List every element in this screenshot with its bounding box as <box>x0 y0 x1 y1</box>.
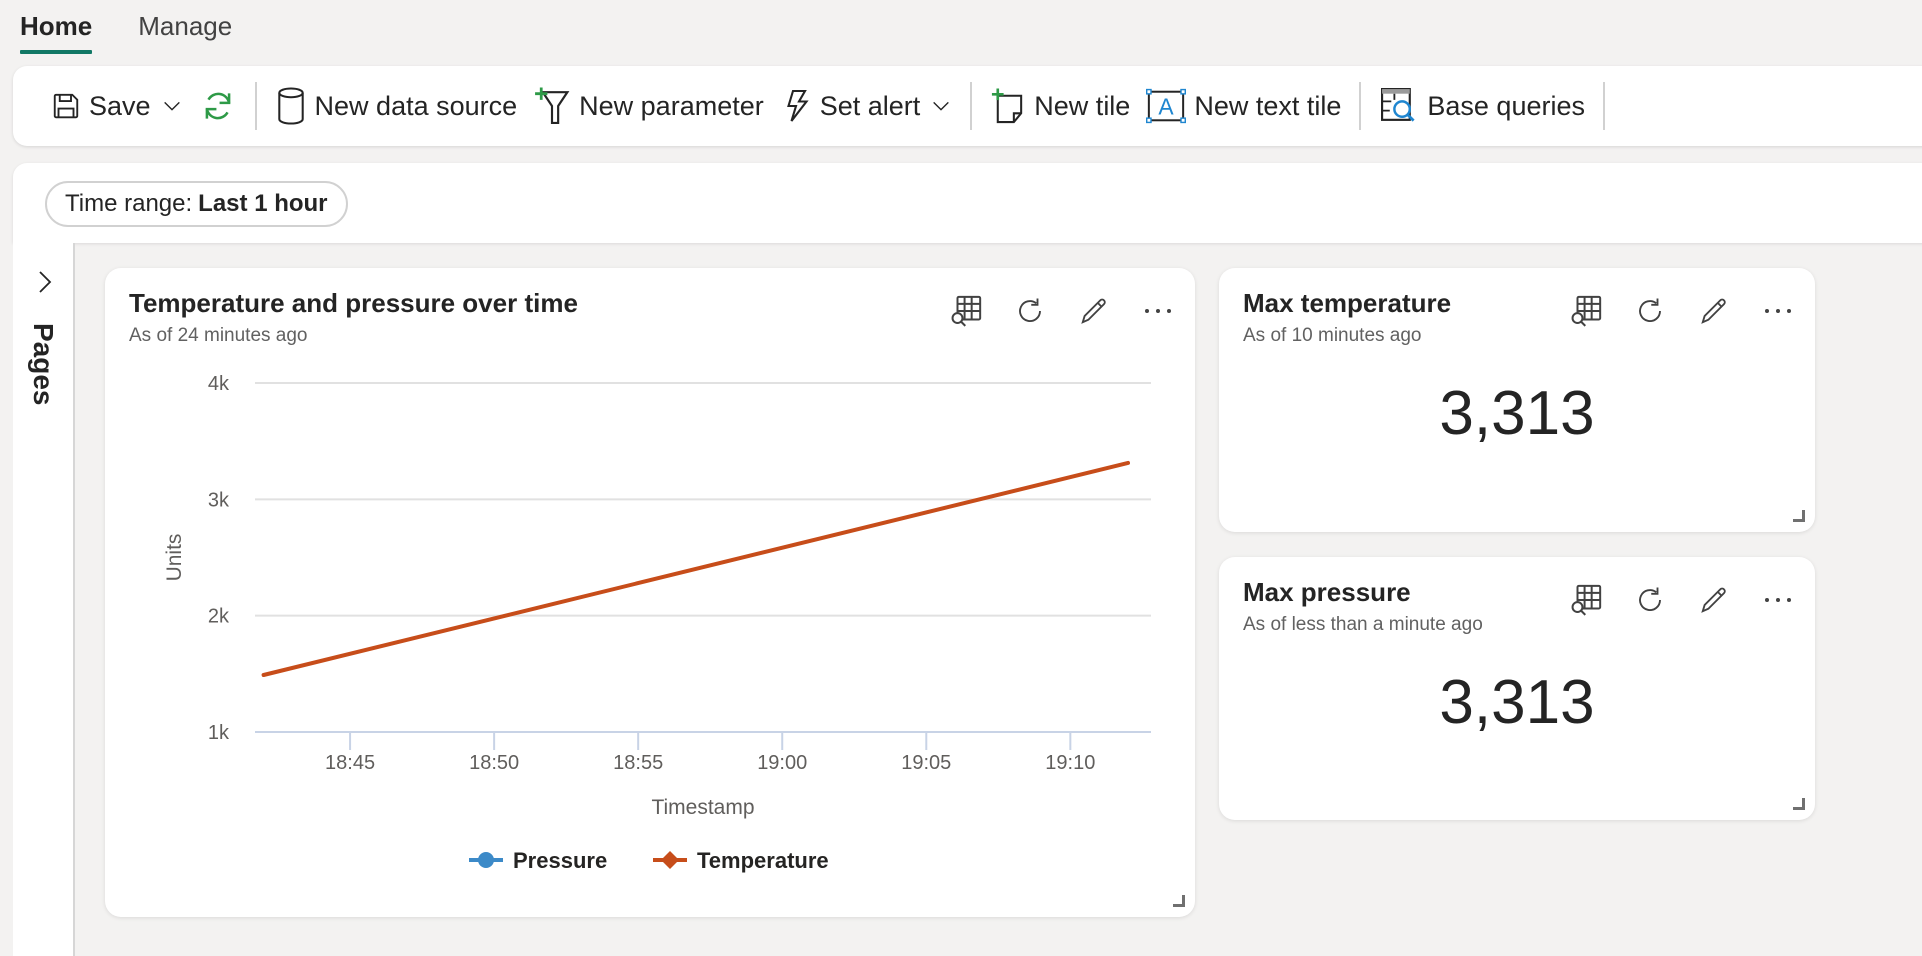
edit-tile-button[interactable] <box>1697 294 1731 328</box>
x-tick-label: 19:05 <box>901 752 951 774</box>
x-tick-label: 18:50 <box>469 752 519 774</box>
chart-tile: Temperature and pressure over time As of… <box>105 268 1195 917</box>
edit-tile-button[interactable] <box>1697 583 1731 617</box>
legend-marker-circle <box>478 852 494 868</box>
x-tick-label: 19:10 <box>1045 752 1095 774</box>
resize-handle[interactable] <box>1793 510 1805 522</box>
time-range-value: Last 1 hour <box>198 190 328 217</box>
x-axis-title: Timestamp <box>651 796 754 819</box>
refresh-tile-button[interactable] <box>1633 294 1667 328</box>
table-search-icon <box>1571 295 1602 327</box>
legend-marker-diamond <box>661 851 679 869</box>
legend-label: Temperature <box>697 848 829 873</box>
chevron-down-icon[interactable] <box>930 95 952 117</box>
more-options-button[interactable] <box>1761 294 1795 328</box>
new-text-tile-button[interactable]: A New text tile <box>1138 82 1349 130</box>
new-parameter-label: New parameter <box>579 90 764 121</box>
set-alert-button[interactable]: Set alert <box>772 82 961 130</box>
y-tick-label: 3k <box>208 489 230 511</box>
set-alert-label: Set alert <box>819 90 921 121</box>
resize-handle[interactable] <box>1793 798 1805 810</box>
save-label: Save <box>89 90 151 121</box>
more-options-button[interactable] <box>1761 583 1795 617</box>
tab-manage[interactable]: Manage <box>138 0 232 56</box>
table-search-icon <box>1571 584 1602 616</box>
resize-handle[interactable] <box>1173 895 1185 907</box>
filter-add-icon <box>535 87 570 124</box>
y-axis-title: Units <box>163 534 186 582</box>
toolbar-divider <box>1359 82 1362 130</box>
time-range-prefix: Time range: <box>65 190 193 217</box>
tile-actions <box>1569 294 1795 328</box>
pages-sidebar: Pages <box>13 243 75 956</box>
database-icon <box>277 87 304 125</box>
refresh-icon <box>205 92 230 120</box>
new-data-source-button[interactable]: New data source <box>267 82 526 130</box>
y-tick-label: 2k <box>208 606 230 628</box>
base-queries-label: Base queries <box>1427 90 1585 121</box>
time-range-filter[interactable]: Time range: Last 1 hour <box>45 181 348 227</box>
new-tile-icon <box>992 88 1023 124</box>
toolbar-divider <box>1603 82 1605 130</box>
toolbar: Save New data source New parameter Set a… <box>13 66 1922 146</box>
tab-home[interactable]: Home <box>20 0 93 56</box>
new-tile-button[interactable]: New tile <box>982 82 1138 130</box>
x-tick-label: 18:45 <box>325 752 375 774</box>
toolbar-divider <box>254 82 257 130</box>
max-temperature-tile: Max temperature As of 10 minutes ago 3,3… <box>1219 268 1815 532</box>
more-icon <box>1765 598 1791 602</box>
tile-subtitle: As of less than a minute ago <box>1243 614 1483 635</box>
legend-label: Pressure <box>513 848 607 873</box>
table-search-icon <box>1381 88 1415 122</box>
max-pressure-tile: Max pressure As of less than a minute ag… <box>1219 557 1815 820</box>
x-tick-label: 19:00 <box>757 752 807 774</box>
svg-text:A: A <box>1159 94 1175 120</box>
stat-value: 3,313 <box>1439 379 1595 448</box>
series-line-temperature <box>261 460 1130 677</box>
tile-actions <box>1569 583 1795 617</box>
chevron-right-icon[interactable] <box>33 267 57 297</box>
refresh-button[interactable] <box>191 82 245 130</box>
y-tick-label: 4k <box>208 373 230 395</box>
line-chart: 1k 2k 3k 4k 18:45 18:50 18:55 19:00 19:05 19:10 Ti… <box>163 373 1151 873</box>
more-icon <box>1765 309 1791 313</box>
tile-title: Max temperature <box>1243 288 1452 318</box>
stat-value: 3,313 <box>1439 668 1595 737</box>
new-data-source-label: New data source <box>314 90 518 121</box>
lightning-icon <box>786 89 809 122</box>
parameter-bar: Time range: Last 1 hour <box>13 163 1922 243</box>
new-parameter-button[interactable]: New parameter <box>525 82 772 130</box>
tile-subtitle: As of 10 minutes ago <box>1243 325 1422 346</box>
y-tick-label: 1k <box>208 722 230 744</box>
new-tile-label: New tile <box>1034 90 1131 121</box>
save-button[interactable]: Save <box>43 82 191 130</box>
ribbon-tabs: Home Manage <box>20 0 232 60</box>
pencil-icon <box>1701 587 1726 613</box>
explore-data-button[interactable] <box>1569 294 1603 328</box>
refresh-icon <box>1639 298 1661 322</box>
x-tick-label: 18:55 <box>613 752 663 774</box>
refresh-icon <box>1639 587 1661 611</box>
chevron-down-icon[interactable] <box>161 95 183 117</box>
refresh-tile-button[interactable] <box>1633 583 1667 617</box>
pages-label[interactable]: Pages <box>27 323 59 406</box>
text-box-icon: A <box>1146 88 1187 124</box>
base-queries-button[interactable]: Base queries <box>1371 82 1593 130</box>
save-icon <box>53 93 79 119</box>
explore-data-button[interactable] <box>1569 583 1603 617</box>
tile-title: Max pressure <box>1243 577 1411 607</box>
toolbar-divider <box>970 82 973 130</box>
pencil-icon <box>1701 298 1726 324</box>
new-text-tile-label: New text tile <box>1194 90 1342 121</box>
